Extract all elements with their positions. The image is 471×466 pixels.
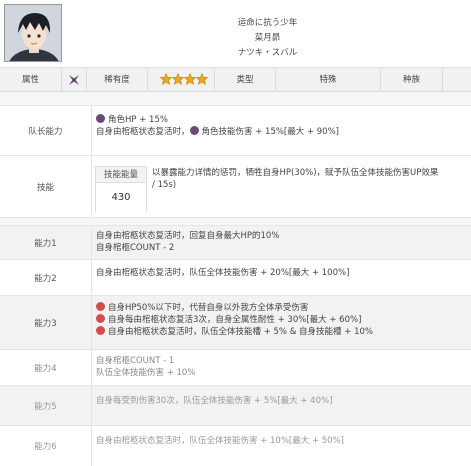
- section-divider: [0, 218, 471, 226]
- red-bullet-icon: [96, 326, 105, 335]
- skill-description: 以暴露能力详情的惩罚，牺牲自身HP(30%)，赋予队伍全体技能伤害UP效果 / …: [152, 168, 439, 190]
- character-name-jp: ナツキ・スバル: [237, 48, 298, 58]
- star-icon: [184, 73, 196, 85]
- star-icon: [172, 73, 184, 85]
- ability-row-4: 能力4 自身棺柩COUNT - 1 队伍全体技能伤害 + 10%: [0, 350, 471, 386]
- character-avatar: [4, 4, 62, 62]
- red-bullet-icon: [96, 314, 105, 323]
- rarity-label: 稀有度: [86, 68, 148, 92]
- race-label: 种族: [381, 68, 443, 92]
- ability-row-2: 能力2 自身由棺柩状态复活时，队伍全体技能伤害 + 20%[最大 + 100%]: [0, 260, 471, 296]
- rarity-stars: [160, 73, 208, 88]
- type-label: 类型: [214, 68, 276, 92]
- leader-ability-label: 队长能力: [0, 106, 92, 155]
- section-divider: [0, 92, 471, 106]
- character-portrait-icon: [5, 5, 61, 61]
- star-icon: [196, 73, 208, 85]
- ability-label: 能力4: [0, 350, 92, 385]
- skill-energy-label: 技能能量: [96, 167, 146, 183]
- attr-label: 属性: [0, 68, 62, 92]
- leader-ability-row: 队长能力 角色HP + 15% 自身由棺柩状态复活时， 角色技能伤害 + 15%[…: [0, 106, 471, 156]
- element-icon: [69, 75, 79, 85]
- leader-ability-line: 自身由棺柩状态复活时， 角色技能伤害 + 15%[最大 + 90%]: [96, 126, 339, 137]
- ability-label: 能力2: [0, 260, 92, 295]
- character-epithet: 运命に抗う少年: [237, 18, 298, 28]
- skill-label: 技能: [0, 156, 92, 217]
- purple-x-bullet-icon: [96, 114, 105, 123]
- ability-label: 能力5: [0, 386, 92, 425]
- ability-row-1: 能力1 自身由棺柩状态复活时，回复自身最大HP的10% 自身棺柩COUNT - …: [0, 226, 471, 260]
- ability-row-5: 能力5 自身每受到伤害30次，队伍全体技能伤害 + 5%[最大 + 40%]: [0, 386, 471, 426]
- attribute-row: 属性 稀有度 类型 特殊 种族: [0, 68, 471, 92]
- special-label: 特殊: [276, 68, 381, 92]
- ability-label: 能力6: [0, 426, 92, 466]
- skill-energy-box: 技能能量 430: [95, 166, 147, 212]
- skill-energy-value: 430: [96, 183, 146, 212]
- character-header: 运命に抗う少年 菜月昴 ナツキ・スバル: [0, 0, 471, 68]
- star-icon: [160, 73, 172, 85]
- leader-ability-line: 角色HP + 15%: [96, 114, 467, 126]
- ability-label: 能力1: [0, 226, 92, 259]
- ability-row-6: 能力6 自身由棺柩状态复活时，队伍全体技能伤害 + 10%[最大 + 50%]: [0, 426, 471, 466]
- red-bullet-icon: [96, 302, 105, 311]
- purple-x-bullet-icon: [189, 126, 199, 135]
- character-name-cn: 菜月昴: [254, 33, 281, 43]
- ability-label: 能力3: [0, 296, 92, 349]
- ability-row-3: 能力3 自身HP50%以下时，代替自身以外我方全体承受伤害 自身每由棺柩状态复活…: [0, 296, 471, 350]
